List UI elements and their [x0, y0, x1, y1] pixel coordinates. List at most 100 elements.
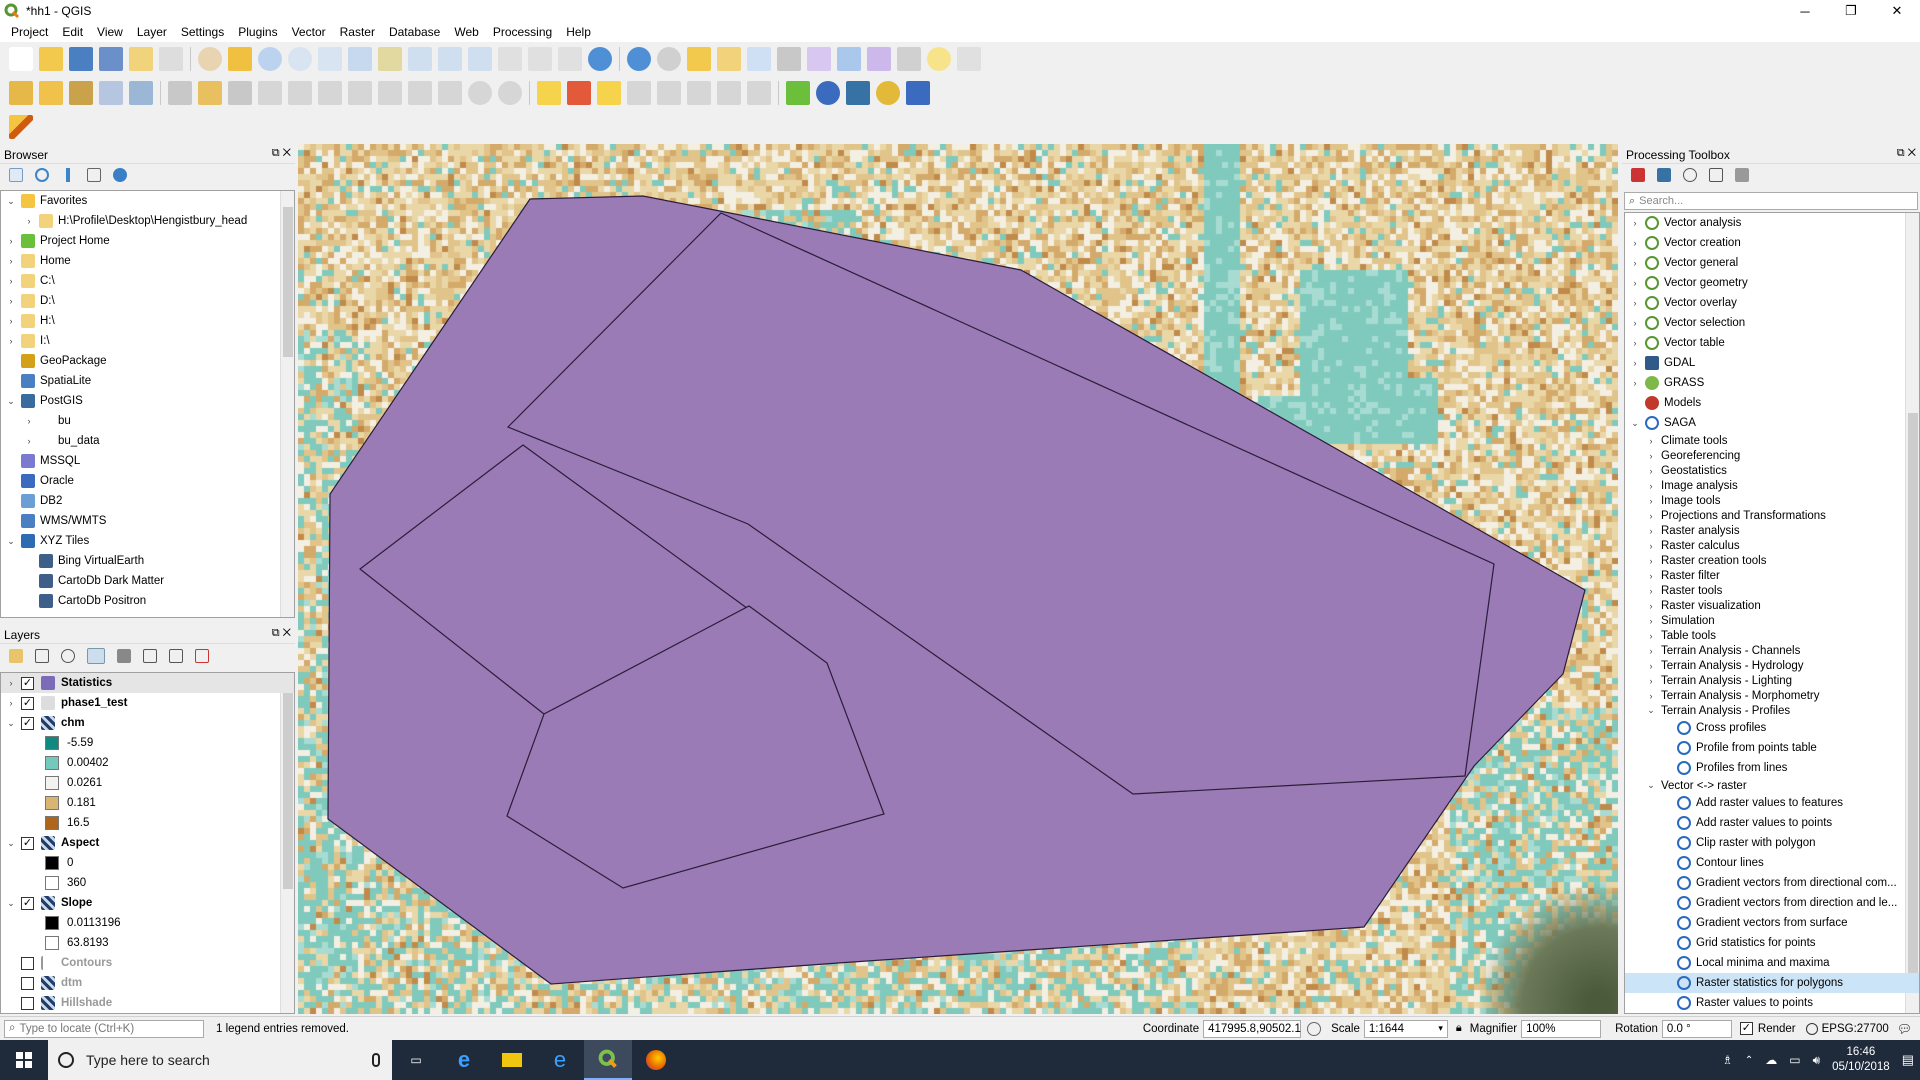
expand-arrow-icon[interactable]: ⌄	[1629, 418, 1641, 429]
zoom-to-selection-icon[interactable]	[378, 47, 402, 71]
redo-icon[interactable]	[498, 81, 522, 105]
toolbox-group[interactable]: Models	[1625, 393, 1919, 413]
expand-arrow-icon[interactable]: ›	[1645, 481, 1657, 491]
expand-arrow-icon[interactable]: ›	[1645, 646, 1657, 656]
expand-arrow-icon[interactable]: ›	[1645, 511, 1657, 521]
add-delimited-text-icon[interactable]	[69, 81, 93, 105]
gps-icon[interactable]	[816, 81, 840, 105]
toolbox-group[interactable]: ⌄ SAGA	[1625, 413, 1919, 433]
expand-arrow-icon[interactable]: ›	[5, 678, 17, 688]
magnifier-spinbox[interactable]: 100%	[1521, 1019, 1602, 1038]
processing-toolbox-icon[interactable]	[837, 47, 861, 71]
menu-layer[interactable]: Layer	[130, 25, 174, 39]
coordinate-field[interactable]: 417995.8,90502.1	[1203, 1019, 1302, 1038]
toolbox-group[interactable]: › Image analysis	[1625, 478, 1919, 493]
algorithm-item[interactable]: Local minima and maxima	[1625, 953, 1919, 973]
expand-arrow-icon[interactable]: ›	[1645, 556, 1657, 566]
layer-item[interactable]: ⌄ ✓ chm	[1, 713, 294, 733]
open-attribute-table-icon[interactable]	[747, 47, 771, 71]
expand-arrow-icon[interactable]: ›	[5, 256, 17, 266]
expand-arrow-icon[interactable]: ›	[1629, 378, 1641, 388]
action-icon[interactable]	[657, 47, 681, 71]
expand-arrow-icon[interactable]: ›	[1645, 466, 1657, 476]
browser-item[interactable]: CartoDb Positron	[1, 591, 294, 611]
add-wms-icon[interactable]	[129, 81, 153, 105]
expand-arrow-icon[interactable]: ›	[5, 276, 17, 286]
browser-item[interactable]: DB2	[1, 491, 294, 511]
undo-icon[interactable]	[468, 81, 492, 105]
expand-arrow-icon[interactable]: ›	[1645, 526, 1657, 536]
menu-vector[interactable]: Vector	[285, 25, 333, 39]
browser-item[interactable]: › I:\	[1, 331, 294, 351]
layer-item[interactable]: › ✓ Statistics	[1, 673, 294, 693]
layer-visibility-checkbox[interactable]	[21, 996, 34, 1010]
zoom-next-icon[interactable]	[468, 47, 492, 71]
remove-layer-icon[interactable]	[195, 649, 209, 663]
menu-processing[interactable]: Processing	[486, 25, 559, 39]
help-icon[interactable]	[906, 81, 930, 105]
layer-visibility-checkbox[interactable]: ✓	[21, 896, 34, 910]
measure-icon[interactable]	[897, 47, 921, 71]
file-explorer-icon[interactable]	[488, 1040, 536, 1080]
toolbox-group[interactable]: › Climate tools	[1625, 433, 1919, 448]
browser-item[interactable]: › H:\Profile\Desktop\Hengistbury_head	[1, 211, 294, 231]
add-selected-icon[interactable]	[9, 168, 23, 182]
delete-selected-icon[interactable]	[348, 81, 372, 105]
algorithm-item[interactable]: Add raster values to features	[1625, 793, 1919, 813]
taskbar-search-box[interactable]: Type here to search	[48, 1040, 392, 1080]
toolbox-group[interactable]: › Simulation	[1625, 613, 1919, 628]
add-feature-icon[interactable]	[258, 81, 282, 105]
expand-arrow-icon[interactable]: ›	[1645, 676, 1657, 686]
identify-icon[interactable]	[627, 47, 651, 71]
toolbox-search-field[interactable]: ⌕ Search...	[1624, 192, 1918, 210]
expand-arrow-icon[interactable]: ›	[23, 216, 35, 226]
expand-arrow-icon[interactable]: ›	[1629, 318, 1641, 328]
windows-start-icon[interactable]	[0, 1040, 48, 1080]
algorithm-item[interactable]: Gradient vectors from direction and le..…	[1625, 893, 1919, 913]
models-icon[interactable]	[1631, 168, 1645, 182]
expand-arrow-icon[interactable]: ⌄	[1645, 780, 1657, 791]
info-icon[interactable]	[113, 168, 127, 182]
refresh-icon[interactable]	[588, 47, 612, 71]
collapse-all-icon[interactable]	[87, 168, 101, 182]
refresh-icon[interactable]	[35, 168, 49, 182]
toolbox-group[interactable]: › Terrain Analysis - Morphometry	[1625, 688, 1919, 703]
algorithm-item[interactable]: Clip raster with polygon	[1625, 833, 1919, 853]
toolbox-group[interactable]: › Raster calculus	[1625, 538, 1919, 553]
expand-arrow-icon[interactable]: ›	[1645, 541, 1657, 551]
new-project-icon[interactable]	[9, 47, 33, 71]
algorithm-item[interactable]: Gradient vectors from directional com...	[1625, 873, 1919, 893]
show-labels-icon[interactable]	[627, 81, 651, 105]
toolbox-group[interactable]: › Vector overlay	[1625, 293, 1919, 313]
map-tips-icon[interactable]	[927, 47, 951, 71]
toolbox-group[interactable]: › Geostatistics	[1625, 463, 1919, 478]
expand-arrow-icon[interactable]: ›	[1645, 601, 1657, 611]
zoom-native-icon[interactable]	[318, 47, 342, 71]
expand-arrow-icon[interactable]: ›	[1645, 496, 1657, 506]
expand-arrow-icon[interactable]: ›	[1645, 571, 1657, 581]
layer-visibility-checkbox[interactable]	[21, 956, 34, 970]
render-checkbox[interactable]: ✓	[1739, 1022, 1753, 1035]
layer-visibility-checkbox[interactable]: ✓	[21, 696, 34, 710]
layer-visibility-checkbox[interactable]	[21, 976, 34, 990]
browser-item[interactable]: › H:\	[1, 311, 294, 331]
layer-item[interactable]: Contours	[1, 953, 294, 973]
chevron-up-icon[interactable]: ⌃	[1745, 1055, 1753, 1066]
expand-arrow-icon[interactable]: ›	[1629, 358, 1641, 368]
task-view-icon[interactable]: ▭	[392, 1040, 440, 1080]
add-raster-icon[interactable]	[39, 81, 63, 105]
expand-arrow-icon[interactable]: ›	[5, 296, 17, 306]
toolbox-group[interactable]: › Terrain Analysis - Hydrology	[1625, 658, 1919, 673]
pin-labels-icon[interactable]	[597, 81, 621, 105]
toolbox-group[interactable]: › Vector general	[1625, 253, 1919, 273]
toolbox-group[interactable]: › Vector geometry	[1625, 273, 1919, 293]
style-icon[interactable]	[9, 649, 23, 663]
lock-icon[interactable]: 🔒︎	[1456, 1022, 1462, 1035]
filter-icon[interactable]	[61, 168, 75, 182]
expand-arrow-icon[interactable]: ›	[1629, 238, 1641, 248]
label-diagram-icon[interactable]	[747, 81, 771, 105]
layer-item[interactable]: ⌄ ✓ Aspect	[1, 833, 294, 853]
browser-item[interactable]: Bing VirtualEarth	[1, 551, 294, 571]
menu-settings[interactable]: Settings	[174, 25, 231, 39]
expand-arrow-icon[interactable]: ›	[23, 436, 35, 446]
